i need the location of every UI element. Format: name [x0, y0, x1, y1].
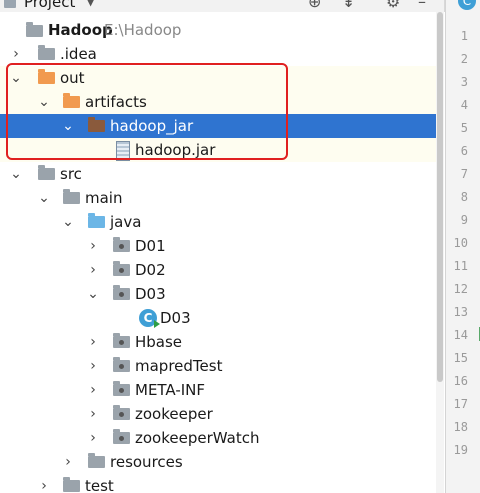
tree-node-test[interactable]: › test [0, 474, 444, 493]
tree-label: resources [110, 453, 183, 471]
tree-node-hadoop-root[interactable]: Hadoop E:\Hadoop [0, 18, 444, 42]
tree-label: main [85, 189, 123, 207]
line-number: 7 [460, 167, 468, 181]
project-view-title[interactable]: Project [24, 0, 75, 11]
package-icon [113, 381, 130, 396]
tree-node-d03-class[interactable]: C D03 [0, 306, 444, 330]
tree-node-zookeeperwatch[interactable]: › zookeeperWatch [0, 426, 444, 450]
package-icon [113, 429, 130, 444]
line-number: 17 [453, 397, 468, 411]
tree-label: zookeeper [135, 405, 213, 423]
module-folder-icon [26, 22, 43, 37]
tree-vertical-scrollbar[interactable] [436, 12, 444, 493]
line-number: 6 [460, 144, 468, 158]
folder-icon [38, 45, 55, 60]
project-tree[interactable]: Hadoop E:\Hadoop › .idea ⌄ out ⌄ artifac… [0, 12, 444, 493]
chevron-right-icon[interactable]: › [86, 378, 100, 402]
chevron-down-icon[interactable]: ⌄ [61, 210, 75, 234]
tree-node-d02[interactable]: › D02 [0, 258, 444, 282]
java-class-icon: C [139, 309, 160, 328]
folder-icon [63, 189, 80, 204]
source-folder-icon [88, 213, 105, 228]
line-number: 2 [460, 52, 468, 66]
tree-node-hbase[interactable]: › Hbase [0, 330, 444, 354]
line-number: 5 [460, 121, 468, 135]
tree-node-meta-inf[interactable]: › META-INF [0, 378, 444, 402]
tree-node-main[interactable]: ⌄ main [0, 186, 444, 210]
scrollbar-thumb[interactable] [437, 12, 443, 382]
tree-node-src[interactable]: ⌄ src [0, 162, 444, 186]
chevron-right-icon[interactable]: › [86, 234, 100, 258]
line-number: 11 [453, 259, 468, 273]
tree-node-resources[interactable]: › resources [0, 450, 444, 474]
package-icon [113, 405, 130, 420]
java-class-tab-icon[interactable]: C [458, 0, 476, 10]
tree-label: java [110, 213, 142, 231]
chevron-right-icon[interactable]: › [86, 330, 100, 354]
folder-icon [63, 477, 80, 492]
line-number: 18 [453, 420, 468, 434]
locate-icon[interactable]: ⊕ [308, 0, 321, 11]
package-icon [113, 285, 130, 300]
chevron-right-icon[interactable]: › [86, 426, 100, 450]
tree-label: test [85, 477, 114, 493]
editor-gutter: C 1 2 3 4 5 6 7 8 9 10 11 12 13 14 15 16… [445, 0, 480, 493]
project-view-icon [4, 0, 16, 8]
line-number: 16 [453, 374, 468, 388]
tree-node-zookeeper[interactable]: › zookeeper [0, 402, 444, 426]
tree-node-mapredtest[interactable]: › mapredTest [0, 354, 444, 378]
package-icon [113, 237, 130, 252]
chevron-right-icon[interactable]: › [37, 474, 51, 493]
line-number: 1 [460, 29, 468, 43]
highlight-box [6, 63, 288, 160]
tree-node-d03[interactable]: ⌄ D03 [0, 282, 444, 306]
tree-label: mapredTest [135, 357, 223, 375]
line-number: 8 [460, 190, 468, 204]
line-number: 14 [453, 328, 468, 342]
tree-node-d01[interactable]: › D01 [0, 234, 444, 258]
package-icon [113, 261, 130, 276]
tree-node-java[interactable]: ⌄ java [0, 210, 444, 234]
minimize-icon[interactable]: – [418, 0, 426, 11]
chevron-down-icon[interactable]: ▼ [86, 0, 95, 8]
line-number: 13 [453, 305, 468, 319]
tree-label: META-INF [135, 381, 206, 399]
chevron-down-icon[interactable]: ⌄ [9, 162, 23, 186]
line-number: 4 [460, 98, 468, 112]
chevron-right-icon[interactable]: › [86, 258, 100, 282]
project-tool-window-header: Project ▼ ⊕ ⇟ ⚙ – [0, 0, 444, 12]
folder-icon [38, 165, 55, 180]
line-number: 19 [453, 443, 468, 457]
package-icon [113, 333, 130, 348]
chevron-down-icon[interactable]: ⌄ [37, 186, 51, 210]
tree-label: D03 [160, 309, 191, 327]
gear-icon[interactable]: ⚙ [386, 0, 400, 11]
line-number: 15 [453, 351, 468, 365]
chevron-right-icon[interactable]: › [86, 354, 100, 378]
tree-label: D03 [135, 285, 166, 303]
line-number: 9 [460, 213, 468, 227]
line-number: 10 [453, 236, 468, 250]
tree-label: D01 [135, 237, 166, 255]
tree-label: zookeeperWatch [135, 429, 260, 447]
line-number: 3 [460, 75, 468, 89]
chevron-right-icon[interactable]: › [86, 402, 100, 426]
chevron-down-icon[interactable]: ⌄ [86, 282, 100, 306]
line-number: 12 [453, 282, 468, 296]
resources-folder-icon [88, 453, 105, 468]
tree-label: src [60, 165, 82, 183]
tree-label: D02 [135, 261, 166, 279]
chevron-right-icon[interactable]: › [61, 450, 75, 474]
collapse-all-icon[interactable]: ⇟ [342, 0, 355, 11]
tree-label: Hbase [135, 333, 183, 351]
package-icon [113, 357, 130, 372]
module-path: E:\Hadoop [104, 21, 182, 39]
